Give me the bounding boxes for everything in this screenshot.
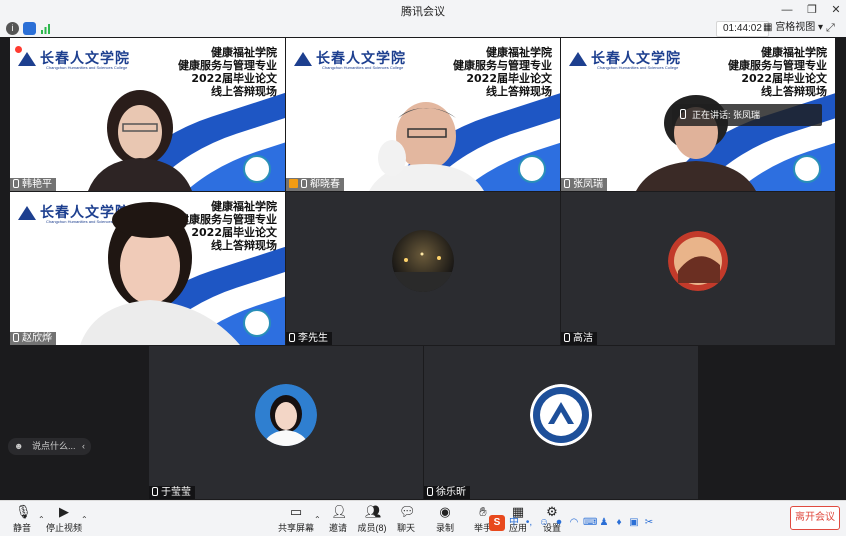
recording-icon [14, 45, 23, 54]
hand-icon: ✋︎ [479, 504, 487, 519]
participant-video [369, 102, 484, 191]
participant-name: 高洁 [561, 332, 597, 345]
signal-icon[interactable] [40, 22, 53, 35]
info-icon[interactable]: i [6, 22, 19, 35]
close-icon[interactable]: ✕ [829, 3, 843, 17]
college-seal-icon [243, 155, 271, 183]
microphone-icon: 🎙︎ [15, 504, 32, 519]
mic-icon [680, 109, 686, 119]
participant-name: 赵欣烨 [10, 332, 56, 345]
title-bar: 腾讯会议 — ❐ ✕ [0, 0, 846, 21]
bottom-toolbar: 🎙︎ 静音 ⌃ ▶ 停止视频 ⌃ ▭ 共享屏幕 ⌃ 👤︎ 邀请 👥︎ 成员(8) 💬︎ 聊天… [0, 500, 846, 536]
video-tile-2[interactable]: 长春人文学院 Changchun Humanities and Sciences… [286, 38, 560, 191]
mute-button[interactable]: 🎙︎ 静音 [2, 503, 42, 534]
college-seal-icon [518, 155, 546, 183]
fullscreen-icon[interactable]: ⤢ [826, 22, 838, 34]
ime-scissors-icon: ✂ [644, 517, 654, 528]
meeting-timer: 01:44:02 [716, 21, 769, 37]
mic-icon [427, 487, 433, 496]
shield-icon[interactable] [23, 22, 36, 35]
ime-skin-icon: ♦ [616, 517, 622, 528]
chat-button[interactable]: 💬︎ 聊天 [386, 503, 426, 534]
sogou-logo-icon: S [489, 515, 505, 531]
mic-icon [564, 333, 570, 342]
participant-name: 徐乐昕 [424, 486, 470, 499]
mic-icon [564, 179, 570, 188]
participant-name: 郗晓春 [286, 178, 344, 191]
participant-name: 韩艳平 [10, 178, 56, 191]
grid-icon: ▦ [763, 22, 773, 33]
emoji-icon[interactable]: ☻ [14, 441, 23, 451]
view-mode-selector[interactable]: ▦ 宫格视图 ▾ [763, 21, 823, 35]
share-screen-button[interactable]: ▭ 共享屏幕 [276, 503, 316, 534]
mic-icon [152, 487, 158, 496]
participant-avatar [392, 230, 454, 292]
window-title: 腾讯会议 [401, 6, 445, 18]
video-tile-6[interactable]: 高洁 [561, 192, 835, 345]
college-logo-subtext: Changchun Humanities and Sciences Colleg… [597, 65, 679, 70]
video-tile-1[interactable]: 长春人文学院 Changchun Humanities and Sciences… [10, 38, 285, 191]
college-seal-icon [793, 155, 821, 183]
ime-emoji-icon: ☺ [538, 517, 550, 528]
ime-voice-icon: ⏺ [556, 517, 562, 528]
participant-name: 张凤瑞 [561, 178, 607, 191]
ime-headset-icon: ◠ [569, 517, 579, 528]
members-icon: 👥︎ [365, 504, 382, 519]
video-tile-8[interactable]: 徐乐昕 [424, 346, 698, 499]
ime-punct-icon: •, [525, 517, 533, 528]
participant-video [80, 202, 240, 345]
stop-video-button[interactable]: ▶ 停止视频 [44, 503, 84, 534]
slide-text: 健康福祉学院 健康服务与管理专业 2022届毕业论文 线上答辩现场 [728, 46, 827, 98]
participant-name: 李先生 [286, 332, 332, 345]
minimize-icon[interactable]: — [780, 3, 794, 17]
mic-icon [13, 179, 19, 188]
record-button[interactable]: ◉ 录制 [425, 503, 465, 534]
participant-avatar [668, 231, 728, 291]
ime-lang-icon: 中 [509, 517, 519, 528]
add-user-icon: 👤︎ [331, 504, 348, 519]
slide-text: 健康福祉学院 健康服务与管理专业 2022届毕业论文 线上答辩现场 [453, 46, 552, 98]
chevron-left-icon[interactable]: ‹ [82, 438, 85, 455]
participant-name: 于莹莹 [149, 486, 195, 499]
college-logo-subtext: Changchun Humanities and Sciences Colleg… [46, 65, 128, 70]
college-logo-icon [18, 52, 36, 66]
share-screen-icon: ▭ [289, 504, 303, 519]
leave-meeting-button[interactable]: 离开会议 [790, 506, 840, 530]
ime-tool-icon: ▣ [629, 517, 639, 528]
video-tile-7[interactable]: 于莹莹 [149, 346, 423, 499]
chevron-up-icon[interactable]: ⌃ [81, 515, 88, 524]
mic-icon [13, 333, 19, 342]
participant-avatar [255, 384, 317, 446]
chat-icon: 💬︎ [399, 504, 416, 519]
record-icon: ◉ [439, 504, 451, 519]
video-tile-5[interactable]: 李先生 [286, 192, 560, 345]
video-tile-4[interactable]: 长春人文学院 Changchun Humanities and Sciences… [10, 192, 285, 345]
ime-user-icon: ♟ [599, 517, 609, 528]
college-logo-subtext: Changchun Humanities and Sciences Colleg… [322, 65, 404, 70]
speaking-indicator: 正在讲话: 张凤瑞 [672, 104, 822, 126]
maximize-icon[interactable]: ❐ [805, 3, 819, 17]
college-emblem-avatar [530, 384, 592, 446]
mic-icon [289, 333, 295, 342]
camera-icon: ▶ [59, 504, 69, 519]
ime-toolbar[interactable]: S 中 •, ☺ ⏺ ◠ ⌨ ♟ ♦ ▣ ✂ [489, 514, 655, 532]
chat-quick-input[interactable]: ☻ 说点什么... ‹ [8, 438, 91, 455]
college-seal-icon [243, 309, 271, 337]
chevron-down-icon: ▾ [818, 22, 824, 33]
host-icon [289, 179, 298, 188]
ime-keyboard-icon: ⌨ [583, 517, 598, 528]
mic-icon [301, 179, 307, 188]
participant-video [88, 90, 192, 191]
